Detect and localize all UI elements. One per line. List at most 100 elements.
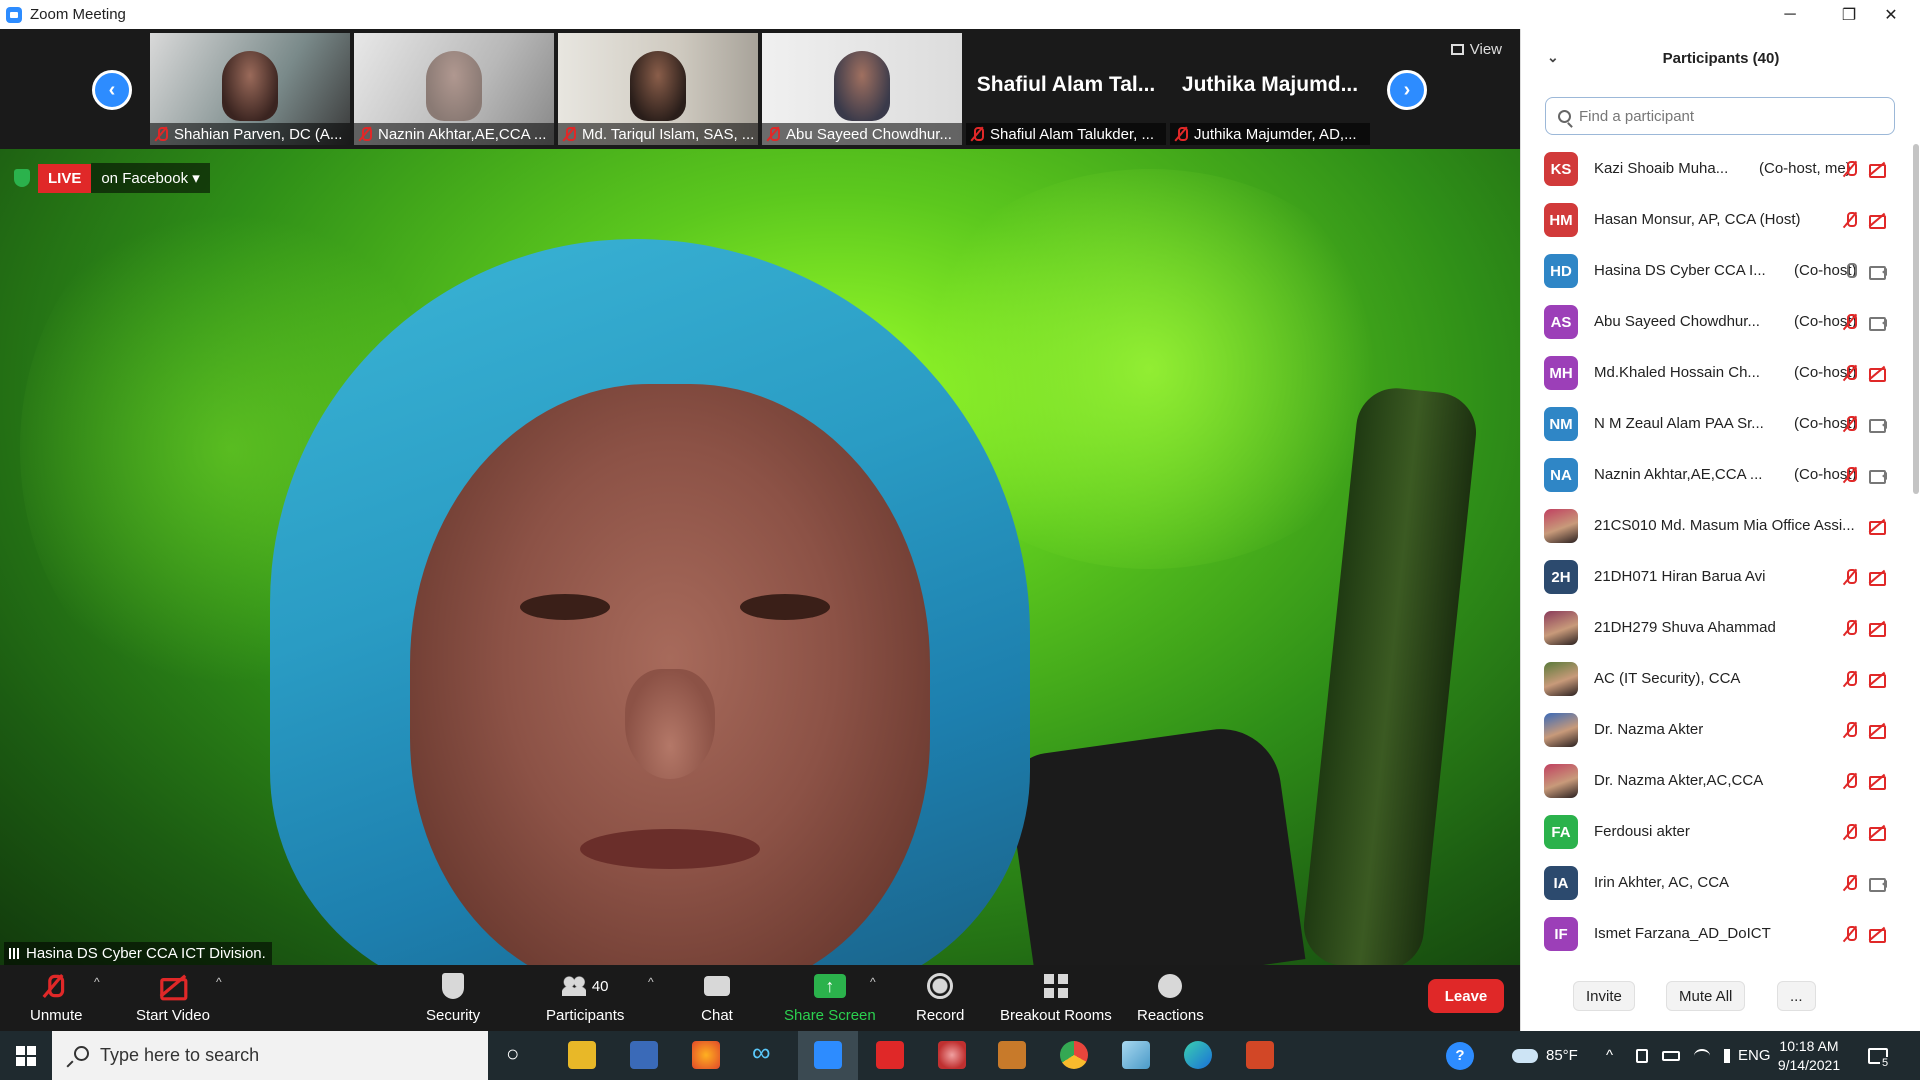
leave-button[interactable]: Leave — [1428, 979, 1504, 1013]
anydesk-icon[interactable] — [876, 1041, 904, 1069]
video-icon[interactable] — [1867, 874, 1887, 892]
powerpoint-icon[interactable] — [1246, 1041, 1274, 1069]
video-off-icon[interactable] — [1867, 823, 1887, 841]
wifi-icon[interactable] — [1694, 1048, 1710, 1063]
video-icon[interactable] — [1867, 313, 1887, 331]
notes-icon[interactable] — [1122, 1041, 1150, 1069]
mic-muted-icon[interactable] — [1841, 619, 1861, 637]
video-thumb[interactable]: Naznin Akhtar,AE,CCA ... — [354, 33, 554, 145]
participant-search-input[interactable]: Find a participant — [1545, 97, 1895, 135]
video-thumb[interactable]: Shafiul Alam Tal... Shafiul Alam Talukde… — [966, 33, 1166, 145]
security-button[interactable]: Security — [426, 971, 480, 1024]
mic-muted-icon[interactable] — [1841, 721, 1861, 739]
video-thumb[interactable]: Shahian Parven, DC (A... — [150, 33, 350, 145]
participant-row[interactable]: Dr. Nazma Akter — [1521, 705, 1913, 756]
participant-row[interactable]: HM Hasan Monsur, AP, CCA (Host) — [1521, 195, 1913, 246]
participant-row[interactable]: 21DH279 Shuva Ahammad — [1521, 603, 1913, 654]
mute-all-button[interactable]: Mute All — [1666, 981, 1746, 1011]
video-off-icon[interactable] — [1867, 925, 1887, 943]
mic-muted-icon[interactable] — [1841, 364, 1861, 382]
mic-muted-icon[interactable] — [1841, 568, 1861, 586]
video-off-icon[interactable] — [1867, 568, 1887, 586]
firefox-icon[interactable] — [692, 1041, 720, 1069]
video-thumb[interactable]: Juthika Majumd... Juthika Majumder, AD,.… — [1170, 33, 1370, 145]
taskbar-clock[interactable]: 10:18 AM 9/14/2021 — [1764, 1037, 1854, 1075]
speaker-icon[interactable] — [1724, 1048, 1738, 1063]
participant-row[interactable]: IA Irin Akhter, AC, CCA — [1521, 858, 1913, 909]
paint-icon[interactable] — [938, 1041, 966, 1069]
participant-row[interactable]: HD Hasina DS Cyber CCA I... (Co-host) — [1521, 246, 1913, 297]
mic-muted-icon[interactable] — [1841, 925, 1861, 943]
taskbar-search-box[interactable]: Type here to search — [52, 1031, 488, 1080]
participant-row[interactable]: FA Ferdousi akter — [1521, 807, 1913, 858]
participant-row[interactable]: 21CS010 Md. Masum Mia Office Assi... — [1521, 501, 1913, 552]
minimize-button[interactable]: ─ — [1761, 0, 1819, 29]
video-off-icon[interactable] — [1867, 364, 1887, 382]
tray-expand-button[interactable]: ^ — [1606, 1031, 1613, 1080]
participant-row[interactable]: 2H 21DH071 Hiran Barua Avi — [1521, 552, 1913, 603]
zoom-icon[interactable] — [814, 1041, 842, 1069]
close-button[interactable]: ✕ — [1862, 0, 1920, 29]
device-icon[interactable] — [1636, 1048, 1648, 1063]
reactions-button[interactable]: Reactions — [1137, 971, 1204, 1024]
gallery-next-button[interactable]: › — [1387, 70, 1427, 110]
video-off-icon[interactable] — [1867, 772, 1887, 790]
mic-muted-icon[interactable] — [1841, 313, 1861, 331]
video-off-icon[interactable] — [1867, 517, 1887, 535]
breakout-rooms-button[interactable]: Breakout Rooms — [1000, 971, 1112, 1024]
infinity-app-icon[interactable]: ∞ — [752, 1037, 771, 1068]
participant-row[interactable]: NM N M Zeaul Alam PAA Sr... (Co-host) — [1521, 399, 1913, 450]
windows-start-icon[interactable] — [16, 1046, 36, 1066]
chevron-down-icon[interactable]: ⌄ — [1547, 49, 1559, 66]
participant-row[interactable]: Dr. Nazma Akter,AC,CCA — [1521, 756, 1913, 807]
audio-options-caret[interactable]: ^ — [94, 975, 100, 989]
more-options-button[interactable]: ... — [1777, 981, 1816, 1011]
share-options-caret[interactable]: ^ — [870, 975, 876, 989]
store-icon[interactable] — [630, 1041, 658, 1069]
participant-row[interactable]: MH Md.Khaled Hossain Ch... (Co-host) — [1521, 348, 1913, 399]
app-icon[interactable] — [998, 1041, 1026, 1069]
mic-muted-icon[interactable] — [1841, 874, 1861, 892]
participant-row[interactable]: IF Ismet Farzana_AD_DoICT — [1521, 909, 1913, 960]
video-options-caret[interactable]: ^ — [216, 975, 222, 989]
record-button[interactable]: Record — [916, 971, 964, 1024]
mic-muted-icon[interactable] — [1841, 772, 1861, 790]
chat-button[interactable]: Chat — [700, 971, 734, 1024]
file-explorer-icon[interactable] — [568, 1041, 596, 1069]
task-view-icon[interactable]: ○ — [506, 1041, 519, 1067]
participant-row[interactable]: KS Kazi Shoaib Muha... (Co-host, me) — [1521, 144, 1913, 195]
notification-center-button[interactable]: 5 — [1868, 1031, 1891, 1080]
mic-muted-icon[interactable] — [1841, 160, 1861, 178]
video-icon[interactable] — [1867, 415, 1887, 433]
participants-options-caret[interactable]: ^ — [648, 975, 654, 989]
gallery-prev-button[interactable]: ‹ — [92, 70, 132, 110]
mic-muted-icon[interactable] — [1841, 415, 1861, 433]
battery-icon[interactable] — [1662, 1050, 1680, 1061]
video-off-icon[interactable] — [1867, 211, 1887, 229]
edge-icon[interactable] — [1184, 1041, 1212, 1069]
video-icon[interactable] — [1867, 262, 1887, 280]
chrome-icon[interactable] — [1060, 1041, 1088, 1069]
participants-button[interactable]: 40 Participants — [546, 971, 624, 1024]
share-screen-button[interactable]: ↑ Share Screen — [784, 971, 876, 1024]
participant-row[interactable]: AS Abu Sayeed Chowdhur... (Co-host) — [1521, 297, 1913, 348]
video-thumb[interactable]: Abu Sayeed Chowdhur... — [762, 33, 962, 145]
unmute-button[interactable]: Unmute — [30, 971, 83, 1024]
live-target-dropdown[interactable]: on Facebook ▾ — [91, 163, 210, 193]
participant-list-scrollbar[interactable] — [1913, 144, 1919, 494]
video-off-icon[interactable] — [1867, 721, 1887, 739]
video-thumb[interactable]: Md. Tariqul Islam, SAS, ... — [558, 33, 758, 145]
mic-muted-icon[interactable] — [1841, 466, 1861, 484]
start-video-button[interactable]: Start Video — [136, 971, 210, 1024]
invite-button[interactable]: Invite — [1573, 981, 1635, 1011]
participant-row[interactable]: NA Naznin Akhtar,AE,CCA ... (Co-host) — [1521, 450, 1913, 501]
mic-muted-icon[interactable] — [1841, 823, 1861, 841]
video-icon[interactable] — [1867, 466, 1887, 484]
weather-widget[interactable]: 85°F — [1512, 1031, 1578, 1080]
mic-muted-icon[interactable] — [1841, 211, 1861, 229]
video-off-icon[interactable] — [1867, 670, 1887, 688]
help-tray-icon[interactable]: ? — [1446, 1031, 1474, 1080]
video-off-icon[interactable] — [1867, 619, 1887, 637]
mic-icon[interactable] — [1841, 262, 1861, 280]
view-button[interactable]: View — [1450, 41, 1502, 58]
